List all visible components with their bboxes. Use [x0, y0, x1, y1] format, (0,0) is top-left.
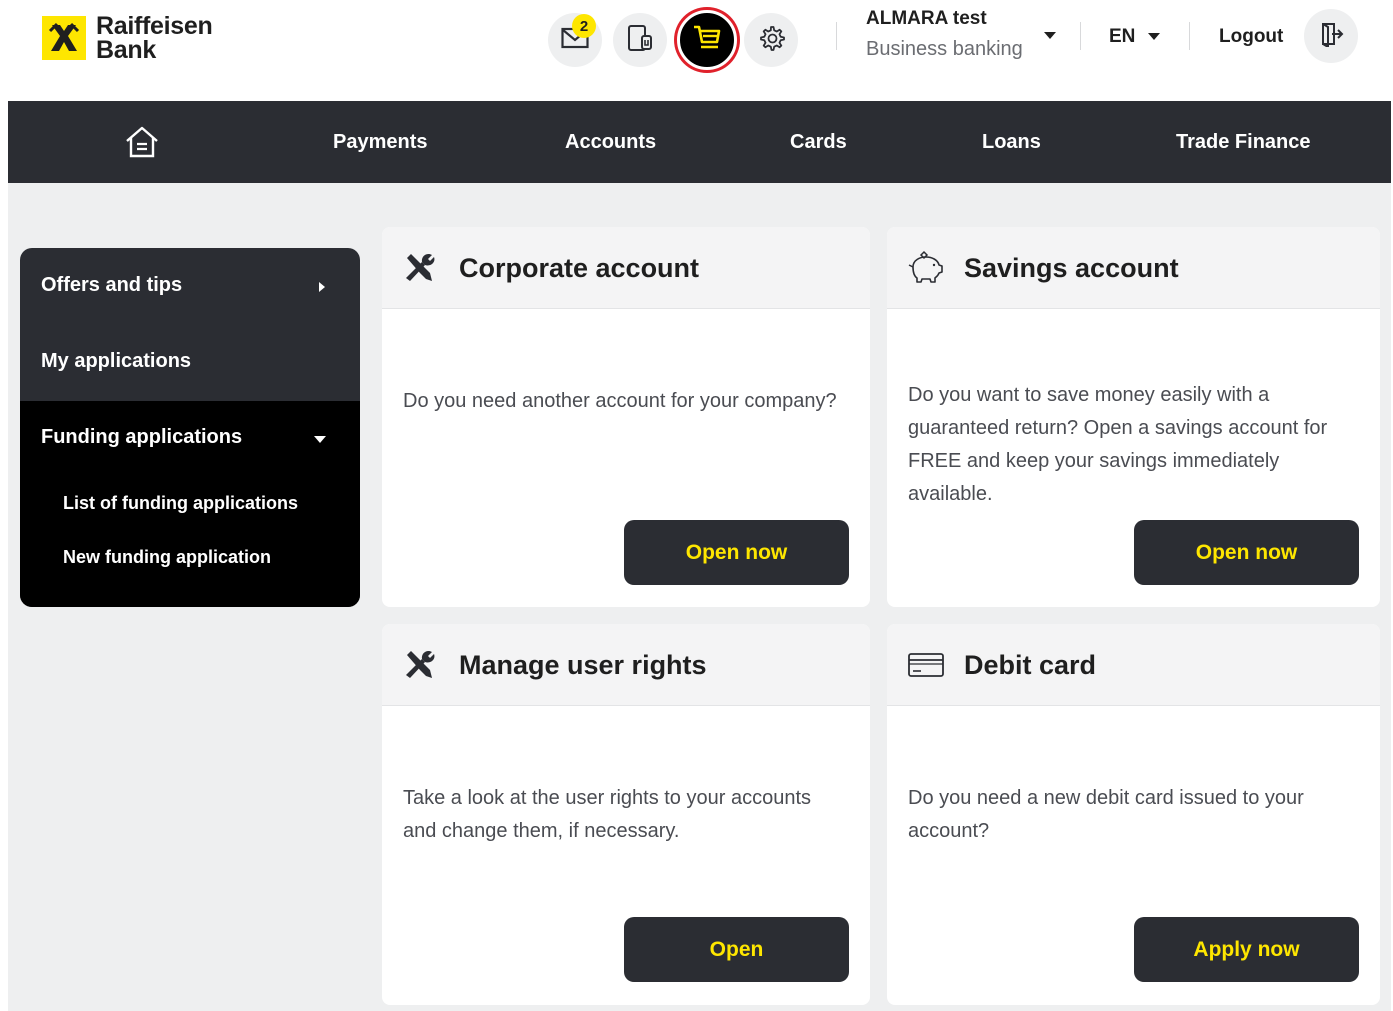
brand-name: Raiffeisen Bank — [96, 12, 213, 64]
sidebar-item-funding-applications[interactable]: Funding applications — [20, 426, 360, 449]
cart-button[interactable] — [677, 10, 737, 70]
header-divider — [836, 22, 837, 50]
mobile-device-icon — [626, 24, 654, 57]
sidebar-item-my-applications[interactable]: My applications — [20, 350, 360, 373]
card-debit-card: Debit card Do you need a new debit card … — [887, 624, 1380, 1005]
card-description: Do you need a new debit card issued to y… — [908, 787, 1304, 842]
open-savings-account-button[interactable]: Open now — [1134, 520, 1359, 585]
card-header: Manage user rights — [382, 624, 870, 706]
home-icon[interactable] — [124, 124, 160, 165]
card-description: Do you need another account for your com… — [403, 390, 837, 412]
tools-icon — [402, 250, 438, 291]
shopping-cart-icon — [692, 24, 722, 57]
logout-link[interactable]: Logout — [1219, 26, 1283, 48]
nav-payments[interactable]: Payments — [333, 131, 428, 154]
card-header: Savings account — [887, 227, 1380, 309]
language-selector[interactable]: EN — [1109, 26, 1135, 48]
sidebar: Offers and tips My applications Funding … — [20, 248, 360, 607]
card-manage-user-rights: Manage user rights Take a look at the us… — [382, 624, 870, 1005]
open-user-rights-button[interactable]: Open — [624, 917, 849, 982]
language-caret-icon[interactable] — [1148, 33, 1160, 40]
nav-cards[interactable]: Cards — [790, 131, 847, 154]
card-title: Manage user rights — [459, 650, 707, 680]
sidebar-subitem-new-funding-application[interactable]: New funding application — [63, 547, 271, 568]
card-header: Debit card — [887, 624, 1380, 706]
header: Raiffeisen Bank 2 ALMARA test Business b… — [0, 0, 1393, 100]
settings-gear-icon — [757, 24, 785, 57]
account-dropdown-caret-icon[interactable] — [1044, 32, 1056, 39]
apply-debit-card-button[interactable]: Apply now — [1134, 917, 1359, 982]
nav-accounts[interactable]: Accounts — [565, 131, 656, 154]
nav-trade-finance[interactable]: Trade Finance — [1176, 131, 1311, 154]
brand-line-2: Bank — [96, 36, 156, 64]
chevron-right-icon — [319, 282, 325, 292]
logout-icon — [1318, 21, 1344, 52]
nav-loans[interactable]: Loans — [982, 131, 1041, 154]
card-title: Corporate account — [459, 253, 700, 283]
card-corporate-account: Corporate account Do you need another ac… — [382, 227, 870, 607]
sidebar-subitem-list-of-funding-applications[interactable]: List of funding applications — [63, 493, 298, 514]
card-savings-account: Savings account Do you want to save mone… — [887, 227, 1380, 607]
messages-count-badge: 2 — [572, 14, 596, 38]
logout-button[interactable] — [1304, 9, 1358, 63]
raiffeisen-mark-icon — [42, 16, 86, 60]
header-divider — [1189, 22, 1190, 50]
account-switcher[interactable]: ALMARA test Business banking — [866, 8, 1023, 61]
mobile-token-button[interactable] — [613, 13, 667, 67]
chevron-down-icon — [314, 436, 326, 443]
card-description: Take a look at the user rights to your a… — [403, 787, 811, 842]
piggy-bank-icon — [907, 250, 945, 291]
sidebar-item-label: My applications — [41, 350, 192, 372]
open-corporate-account-button[interactable]: Open now — [624, 520, 849, 585]
card-title: Savings account — [964, 253, 1179, 283]
sidebar-item-label: Funding applications — [41, 426, 243, 448]
card-description: Do you want to save money easily with a … — [908, 384, 1328, 505]
brand-line-1: Raiffeisen — [96, 12, 213, 40]
sidebar-item-label: Offers and tips — [41, 274, 183, 296]
header-divider — [1080, 22, 1081, 50]
card-header: Corporate account — [382, 227, 870, 309]
settings-button[interactable] — [744, 13, 798, 67]
card-title: Debit card — [964, 650, 1097, 680]
main-navigation: Payments Accounts Cards Loans Trade Fina… — [8, 101, 1391, 183]
debit-card-icon — [907, 647, 945, 688]
user-name: ALMARA test — [866, 8, 987, 29]
sidebar-item-offers-and-tips[interactable]: Offers and tips — [20, 274, 360, 297]
tools-icon — [402, 647, 438, 688]
user-role: Business banking — [866, 38, 1023, 60]
messages-button[interactable]: 2 — [548, 13, 602, 67]
raiffeisen-logo[interactable]: Raiffeisen Bank — [42, 12, 213, 64]
